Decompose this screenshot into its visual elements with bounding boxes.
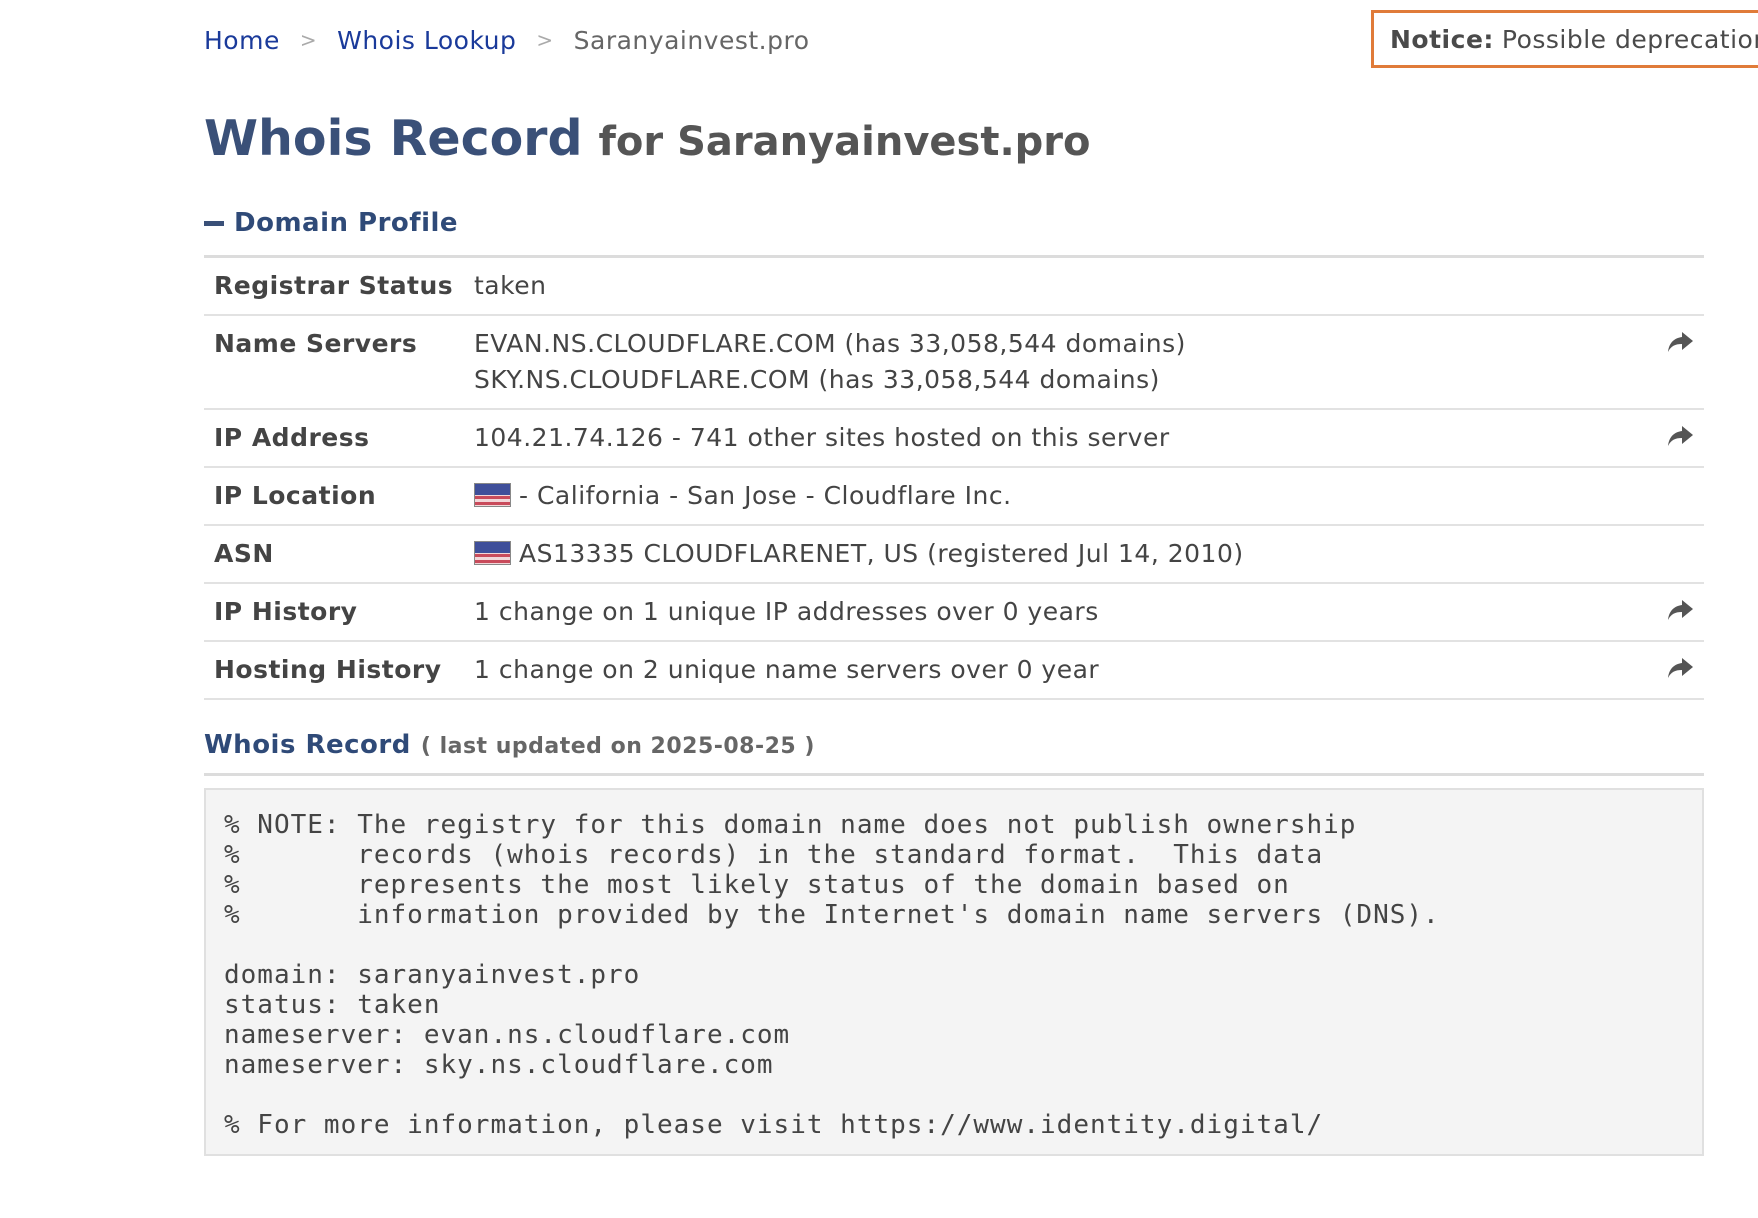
ip-address-value: 104.21.74.126 - 741 other sites hosted o… xyxy=(474,423,1170,452)
notice-banner[interactable]: Notice: Possible deprecation xyxy=(1371,10,1758,68)
breadcrumb-home-link[interactable]: Home xyxy=(204,26,280,55)
row-value: 104.21.74.126 - 741 other sites hosted o… xyxy=(474,410,1704,466)
row-value: 1 change on 1 unique IP addresses over 0… xyxy=(474,584,1704,640)
hosting-history-value: 1 change on 2 unique name servers over 0… xyxy=(474,655,1100,684)
breadcrumb: Home > Whois Lookup > Saranyainvest.pro xyxy=(204,20,810,60)
share-arrow-icon[interactable] xyxy=(1666,656,1694,680)
page-title-domain: for Saranyainvest.pro xyxy=(598,119,1091,165)
ip-history-value: 1 change on 1 unique IP addresses over 0… xyxy=(474,597,1099,626)
table-row: Name Servers EVAN.NS.CLOUDFLARE.COM (has… xyxy=(204,316,1704,410)
whois-record-updated: ( last updated on 2025-08-25 ) xyxy=(420,734,815,759)
table-row: Hosting History 1 change on 2 unique nam… xyxy=(204,642,1704,700)
us-flag-icon xyxy=(474,541,511,565)
domain-profile-toggle[interactable]: Domain Profile xyxy=(204,208,458,238)
page-title-main: Whois Record xyxy=(204,110,583,167)
table-row: IP History 1 change on 1 unique IP addre… xyxy=(204,584,1704,642)
notice-label: Notice: xyxy=(1390,24,1494,54)
whois-record-heading: Whois Record xyxy=(204,730,411,760)
row-value: EVAN.NS.CLOUDFLARE.COM (has 33,058,544 d… xyxy=(474,316,1704,408)
minus-icon xyxy=(204,220,224,226)
share-arrow-icon[interactable] xyxy=(1666,330,1694,354)
row-value: taken xyxy=(474,258,1704,314)
registrar-status-value: taken xyxy=(474,271,547,300)
table-row: IP Location - California - San Jose - Cl… xyxy=(204,468,1704,526)
row-value: AS13335 CLOUDFLARENET, US (registered Ju… xyxy=(474,526,1704,582)
share-arrow-icon[interactable] xyxy=(1666,598,1694,622)
table-row: IP Address 104.21.74.126 - 741 other sit… xyxy=(204,410,1704,468)
us-flag-icon xyxy=(474,483,511,507)
name-server-1: EVAN.NS.CLOUDFLARE.COM (has 33,058,544 d… xyxy=(474,329,1186,358)
table-row: ASN AS13335 CLOUDFLARENET, US (registere… xyxy=(204,526,1704,584)
row-label: IP History xyxy=(214,597,358,626)
share-arrow-icon[interactable] xyxy=(1666,424,1694,448)
raw-whois-text: % NOTE: The registry for this domain nam… xyxy=(204,788,1704,1156)
row-label: Registrar Status xyxy=(214,271,454,300)
breadcrumb-separator: > xyxy=(536,28,554,52)
row-label: IP Location xyxy=(214,481,377,510)
table-row: Registrar Status taken xyxy=(204,258,1704,316)
ip-location-value: - California - San Jose - Cloudflare Inc… xyxy=(519,481,1012,510)
asn-value: AS13335 CLOUDFLARENET, US (registered Ju… xyxy=(519,539,1244,568)
breadcrumb-current: Saranyainvest.pro xyxy=(573,25,810,55)
row-value: 1 change on 2 unique name servers over 0… xyxy=(474,642,1704,698)
row-value: - California - San Jose - Cloudflare Inc… xyxy=(474,468,1704,524)
page-title: Whois Record for Saranyainvest.pro xyxy=(204,110,1090,167)
divider xyxy=(204,773,1704,776)
domain-profile-heading: Domain Profile xyxy=(234,208,459,238)
whois-page: Home > Whois Lookup > Saranyainvest.pro … xyxy=(0,0,1758,1218)
name-server-2: SKY.NS.CLOUDFLARE.COM (has 33,058,544 do… xyxy=(474,365,1160,394)
notice-text: Possible deprecation xyxy=(1501,24,1758,54)
row-label: ASN xyxy=(214,539,274,568)
row-label: Hosting History xyxy=(214,655,442,684)
domain-profile-table: Registrar Status taken Name Servers EVAN… xyxy=(204,255,1704,700)
breadcrumb-whois-lookup-link[interactable]: Whois Lookup xyxy=(337,26,516,55)
row-label: Name Servers xyxy=(214,329,418,358)
row-label: IP Address xyxy=(214,423,370,452)
whois-record-header: Whois Record ( last updated on 2025-08-2… xyxy=(204,730,815,760)
breadcrumb-separator: > xyxy=(299,28,318,52)
